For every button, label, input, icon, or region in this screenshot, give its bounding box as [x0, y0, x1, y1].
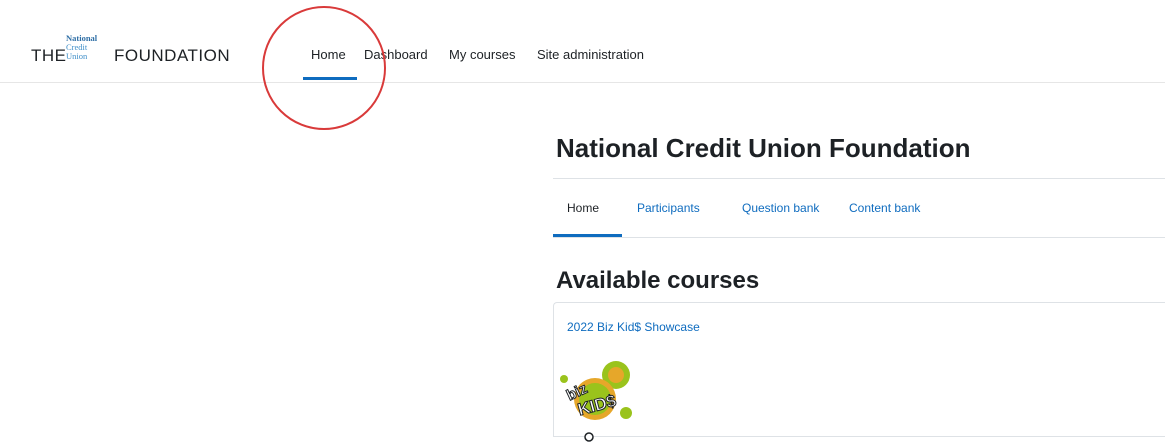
tab-home[interactable]: Home	[567, 201, 599, 215]
nav-active-indicator	[303, 77, 357, 80]
tab-active-indicator	[553, 234, 622, 237]
nav-site-administration[interactable]: Site administration	[537, 47, 644, 62]
course-card: 2022 Biz Kid$ Showcase biz KID$	[553, 302, 1165, 442]
logo-the: THE	[31, 46, 67, 65]
tab-question-bank[interactable]: Question bank	[742, 201, 819, 215]
page-title: National Credit Union Foundation	[556, 133, 971, 163]
course-name-link[interactable]: 2022 Biz Kid$ Showcase	[567, 320, 700, 334]
nav-my-courses[interactable]: My courses	[449, 47, 515, 62]
tab-participants[interactable]: Participants	[637, 201, 700, 215]
nav-home[interactable]: Home	[311, 47, 346, 62]
nav-dashboard[interactable]: Dashboard	[364, 47, 428, 62]
tab-content-bank[interactable]: Content bank	[849, 201, 920, 215]
top-navbar: THE National Credit Union FOUNDATION Hom…	[0, 0, 1165, 83]
logo-foundation: FOUNDATION	[114, 46, 231, 65]
secondary-navigation: Home Participants Question bank Content …	[553, 178, 1165, 238]
logo-name-stack: National Credit Union	[66, 34, 97, 61]
biz-kids-logo[interactable]: biz KID$	[554, 357, 644, 447]
available-courses-heading: Available courses	[556, 267, 760, 294]
logo-line-union: Union	[66, 51, 88, 61]
